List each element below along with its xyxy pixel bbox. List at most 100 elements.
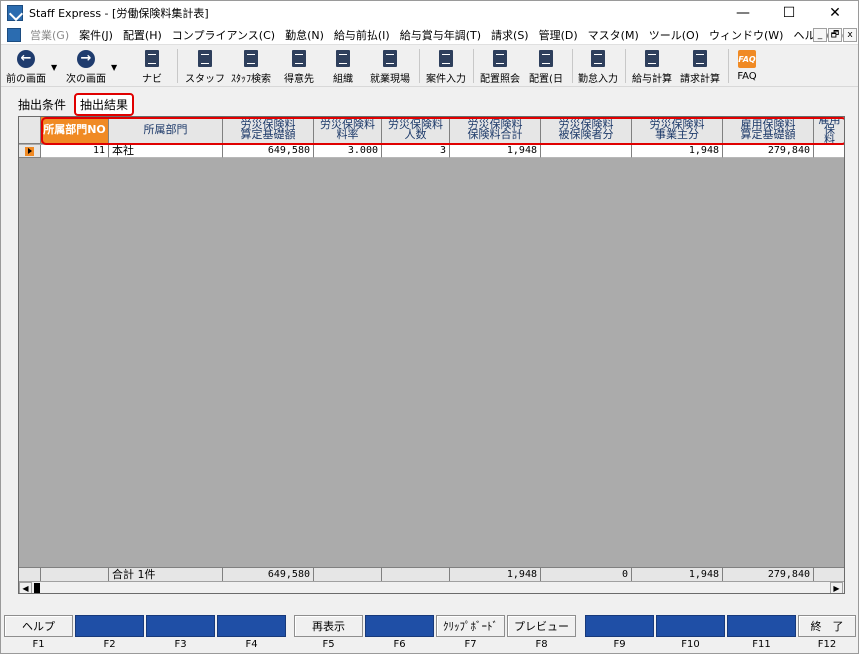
staff-label: スタッフ bbox=[185, 74, 225, 85]
menu-compliance[interactable]: コンプライアンス(C) bbox=[167, 27, 280, 43]
menu-window[interactable]: ウィンドウ(W) bbox=[704, 27, 788, 43]
menu-case[interactable]: 案件(J) bbox=[74, 27, 118, 43]
f8-preview-button[interactable]: プレビュー bbox=[507, 615, 576, 637]
payroll-calc-button[interactable]: 給与計算 bbox=[629, 47, 675, 85]
organization-button[interactable]: 組織 bbox=[329, 47, 357, 85]
f4-button[interactable] bbox=[217, 615, 286, 637]
toolbar-separator bbox=[419, 49, 420, 83]
worksite-icon bbox=[383, 50, 397, 67]
table-cell[interactable]: 1,948 bbox=[450, 145, 541, 158]
assign-day-button[interactable]: 配置(日 bbox=[525, 47, 567, 85]
toolbar: ← 前の画面 ▼ → 次の画面 ▼ ナビ スタッフ ｽﾀｯﾌ検索 得意先 組織 bbox=[1, 45, 858, 87]
column-header[interactable]: 労災保険料 算定基礎額 bbox=[223, 117, 314, 144]
table-cell[interactable]: 649,580 bbox=[223, 145, 314, 158]
footer-cell: 649,580 bbox=[223, 567, 314, 581]
menu-attendance[interactable]: 勤怠(N) bbox=[280, 27, 329, 43]
window-title: Staff Express - [労働保険料集計表] bbox=[29, 7, 209, 20]
column-header[interactable]: 労災保険料 人数 bbox=[382, 117, 450, 144]
column-header[interactable]: 雇用保険料 算定基礎額 bbox=[723, 117, 814, 144]
faq-button[interactable]: FAQ FAQ bbox=[732, 47, 762, 85]
menu-billing[interactable]: 請求(S) bbox=[486, 27, 534, 43]
f10-label: F10 bbox=[681, 639, 700, 650]
column-header[interactable]: 労災保険料 保険料合計 bbox=[450, 117, 541, 144]
menu-sales[interactable]: 営業(G) bbox=[25, 27, 74, 43]
staff-search-button[interactable]: ｽﾀｯﾌ検索 bbox=[228, 47, 274, 85]
mdi-restore-button[interactable]: 🗗 bbox=[828, 28, 842, 42]
f4-label: F4 bbox=[245, 639, 258, 650]
menu-master[interactable]: マスタ(M) bbox=[583, 27, 644, 43]
f7-clipboard-button[interactable]: ｸﾘｯﾌﾟﾎﾞｰﾄﾞ bbox=[436, 615, 505, 637]
scroll-right-icon[interactable]: ▶ bbox=[830, 582, 843, 593]
f9-button[interactable] bbox=[585, 615, 654, 637]
staff-button[interactable]: スタッフ bbox=[185, 47, 225, 85]
assign-day-label: 配置(日 bbox=[529, 74, 563, 85]
tab-extraction-conditions[interactable]: 抽出条件 bbox=[18, 96, 66, 113]
assign-inquiry-button[interactable]: 配置照会 bbox=[477, 47, 523, 85]
toolbar-separator bbox=[728, 49, 729, 83]
table-cell[interactable]: 3 bbox=[382, 145, 450, 158]
column-header[interactable]: 労災保険料 被保険者分 bbox=[541, 117, 632, 144]
table-cell[interactable]: 279,840 bbox=[723, 145, 814, 158]
attendance-input-button[interactable]: 勤怠入力 bbox=[575, 47, 621, 85]
column-header[interactable]: 所属部門 bbox=[109, 117, 223, 144]
billing-calc-label: 請求計算 bbox=[680, 74, 720, 85]
menu-assignment[interactable]: 配置(H) bbox=[118, 27, 167, 43]
results-grid[interactable]: 所属部門NO 所属部門 労災保険料 算定基礎額 労災保険料 料率 労災保険料 人… bbox=[18, 116, 845, 594]
column-header[interactable]: 所属部門NO bbox=[41, 117, 109, 144]
menu-admin[interactable]: 管理(D) bbox=[534, 27, 583, 43]
f10-button[interactable] bbox=[656, 615, 725, 637]
close-button[interactable]: ✕ bbox=[812, 1, 858, 25]
scroll-left-icon[interactable]: ◀ bbox=[19, 582, 32, 593]
f5-refresh-button[interactable]: 再表示 bbox=[294, 615, 363, 637]
footer-cell: 1,948 bbox=[450, 567, 541, 581]
assign-inquiry-icon bbox=[493, 50, 507, 67]
menu-tools[interactable]: ツール(O) bbox=[644, 27, 704, 43]
f9-label: F9 bbox=[613, 639, 626, 650]
f7-label: F7 bbox=[464, 639, 477, 650]
column-header[interactable]: 労災保険料 事業主分 bbox=[632, 117, 723, 144]
back-dropdown-icon[interactable]: ▼ bbox=[51, 63, 57, 72]
f11-button[interactable] bbox=[727, 615, 796, 637]
table-cell[interactable] bbox=[541, 145, 632, 158]
f12-exit-button[interactable]: 終 了 bbox=[798, 615, 856, 637]
row-indicator[interactable] bbox=[19, 145, 41, 158]
menu-advance-pay[interactable]: 給与前払(I) bbox=[329, 27, 395, 43]
f8-label: F8 bbox=[535, 639, 548, 650]
f3-button[interactable] bbox=[146, 615, 215, 637]
forward-button[interactable]: → 次の画面 bbox=[63, 47, 109, 85]
navi-icon bbox=[145, 50, 159, 67]
assign-inquiry-label: 配置照会 bbox=[480, 74, 520, 85]
staff-search-label: ｽﾀｯﾌ検索 bbox=[231, 74, 271, 85]
client-button[interactable]: 得意先 bbox=[281, 47, 317, 85]
navi-button[interactable]: ナビ bbox=[137, 47, 167, 85]
column-header[interactable]: 労災保険料 料率 bbox=[314, 117, 382, 144]
forward-dropdown-icon[interactable]: ▼ bbox=[111, 63, 117, 72]
column-header[interactable]: 雇用保 料 bbox=[814, 117, 844, 144]
menu-payroll[interactable]: 給与賞与年調(T) bbox=[395, 27, 486, 43]
tab-extraction-results[interactable]: 抽出結果 bbox=[74, 93, 135, 116]
mdi-close-button[interactable]: x bbox=[843, 28, 857, 42]
maximize-button[interactable]: ☐ bbox=[766, 1, 812, 25]
table-cell[interactable]: 1,948 bbox=[632, 145, 723, 158]
f1-help-button[interactable]: ヘルプ bbox=[4, 615, 73, 637]
mdi-minimize-button[interactable]: _ bbox=[813, 28, 827, 42]
table-cell[interactable]: 3.000 bbox=[314, 145, 382, 158]
f2-button[interactable] bbox=[75, 615, 144, 637]
minimize-button[interactable]: — bbox=[720, 1, 766, 25]
f6-label: F6 bbox=[393, 639, 406, 650]
table-cell[interactable]: 11 bbox=[41, 145, 109, 158]
document-icon[interactable] bbox=[7, 27, 21, 42]
table-cell[interactable] bbox=[814, 145, 844, 158]
worksite-button[interactable]: 就業現場 bbox=[367, 47, 413, 85]
faq-icon: FAQ bbox=[738, 50, 756, 68]
table-cell[interactable]: 本社 bbox=[109, 145, 223, 158]
billing-calc-button[interactable]: 請求計算 bbox=[677, 47, 723, 85]
back-button[interactable]: ← 前の画面 bbox=[4, 47, 48, 85]
horizontal-scrollbar[interactable]: ◀ ▶ bbox=[19, 581, 844, 593]
case-input-button[interactable]: 案件入力 bbox=[423, 47, 469, 85]
f6-button[interactable] bbox=[365, 615, 434, 637]
toolbar-separator bbox=[177, 49, 178, 83]
f1-label: F1 bbox=[32, 639, 45, 650]
scroll-thumb[interactable] bbox=[34, 583, 40, 593]
faq-label: FAQ bbox=[737, 71, 757, 82]
